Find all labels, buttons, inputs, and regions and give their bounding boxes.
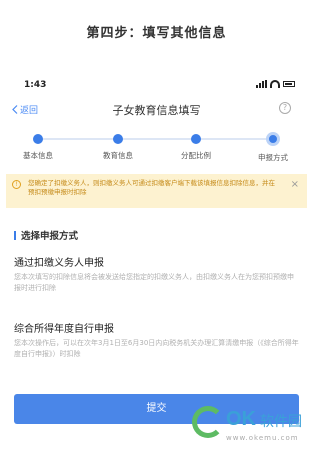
help-icon[interactable]: ? bbox=[279, 102, 291, 114]
step-dot bbox=[113, 134, 123, 144]
section-title: 选择申报方式 bbox=[14, 228, 78, 242]
watermark-circle-icon bbox=[192, 406, 224, 438]
option-withholding-agent[interactable]: 通过扣缴义务人申报 您本次填写的扣除信息将会被发送给您指定的扣缴义务人，由扣缴义… bbox=[14, 254, 299, 294]
step-label: 分配比例 bbox=[181, 151, 211, 160]
section-accent-bar bbox=[14, 231, 16, 240]
warning-icon: ! bbox=[12, 180, 21, 189]
page-title: 子女教育信息填写 bbox=[112, 104, 201, 117]
option-description: 您本次操作后，可以在次年3月1日至6月30日内向税务机关办理汇算清缴申报（《综合… bbox=[14, 339, 299, 358]
progress-line bbox=[36, 138, 274, 140]
watermark-logo: OK 软件园 www.okemu.com bbox=[190, 400, 308, 452]
status-time: 1:43 bbox=[24, 80, 47, 90]
step-dot-active bbox=[266, 132, 280, 146]
section-title-text: 选择申报方式 bbox=[21, 231, 79, 242]
nav-bar: 返回 子女教育信息填写 ? bbox=[4, 100, 309, 122]
notice-text: 您确定了扣缴义务人，则扣缴义务人可通过扣缴客户端下载该填报信息扣除信息，并在预扣… bbox=[28, 179, 275, 196]
close-icon[interactable]: × bbox=[291, 179, 299, 190]
option-description: 您本次填写的扣除信息将会被发送给您指定的扣缴义务人，由扣缴义务人在为您预扣预缴申… bbox=[14, 273, 294, 292]
step-allocation: 分配比例 bbox=[164, 132, 228, 161]
progress-steps: 基本信息 教育信息 分配比例 申报方式 bbox=[4, 132, 309, 172]
step-education-info: 教育信息 bbox=[86, 132, 150, 161]
watermark-cn: 软件园 bbox=[260, 414, 302, 430]
step-heading: 第四步：填写其他信息 bbox=[86, 26, 227, 41]
step-dot bbox=[33, 134, 43, 144]
option-self-declaration[interactable]: 综合所得年度自行申报 您本次操作后，可以在次年3月1日至6月30日内向税务机关办… bbox=[14, 320, 299, 360]
watermark-brand: OK bbox=[226, 408, 256, 430]
wifi-icon bbox=[270, 80, 280, 88]
step-label: 教育信息 bbox=[103, 151, 133, 160]
watermark-url: www.okemu.com bbox=[226, 434, 299, 442]
status-bar: 1:43 bbox=[4, 80, 309, 94]
battery-icon bbox=[283, 81, 295, 87]
step-dot bbox=[191, 134, 201, 144]
step-declaration-method: 申报方式 bbox=[241, 132, 305, 163]
step-basic-info: 基本信息 bbox=[6, 132, 70, 161]
notice-banner: ! 您确定了扣缴义务人，则扣缴义务人可通过扣缴客户端下载该填报信息扣除信息，并在… bbox=[6, 174, 307, 208]
option-title: 综合所得年度自行申报 bbox=[14, 324, 114, 335]
status-icons bbox=[256, 80, 295, 88]
signal-icon bbox=[256, 80, 267, 88]
step-label: 基本信息 bbox=[23, 151, 53, 160]
step-label: 申报方式 bbox=[258, 153, 288, 162]
option-title: 通过扣缴义务人申报 bbox=[14, 258, 104, 269]
